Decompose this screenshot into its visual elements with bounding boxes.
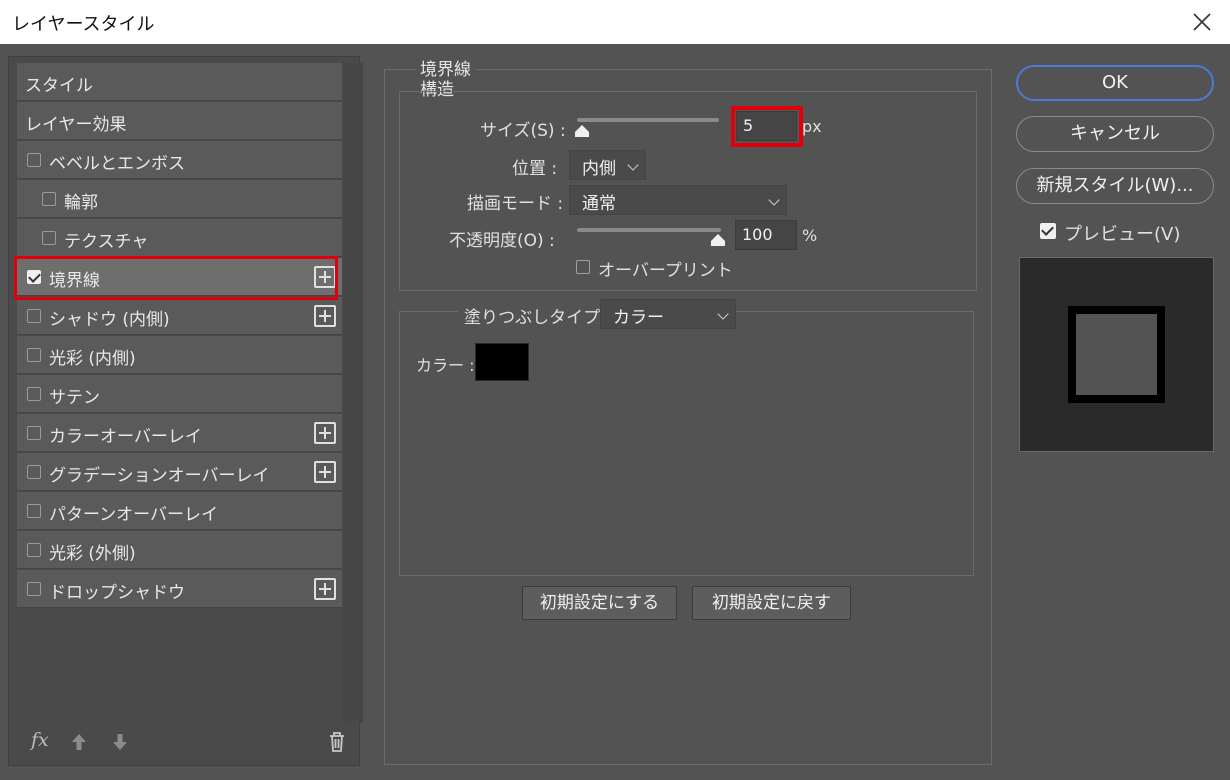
style-checkbox[interactable] (27, 465, 41, 479)
window-title: レイヤースタイル (12, 14, 155, 35)
blend-mode-label: 描画モード : (467, 194, 564, 214)
overprint-label: オーバープリント (598, 261, 733, 281)
style-checkbox[interactable] (27, 543, 41, 557)
position-value: 内側 (582, 159, 616, 179)
blend-mode-value: 通常 (582, 194, 616, 214)
style-list-item-label: ドロップシャドウ (49, 583, 185, 603)
style-list-item[interactable]: 境界線 (17, 258, 342, 296)
style-list-item-label: 光彩 (外側) (49, 544, 136, 564)
add-effect-icon[interactable] (314, 305, 336, 327)
style-list-item-label: グラデーションオーバーレイ (49, 466, 270, 486)
stroke-title: 境界線 (420, 60, 471, 80)
opacity-label: 不透明度(O) : (449, 231, 555, 251)
style-list-item-label: ベベルとエンボス (49, 154, 185, 174)
make-default-button[interactable]: 初期設定にする (522, 586, 677, 620)
position-dropdown[interactable]: 内側 (569, 150, 646, 180)
style-checkbox[interactable] (27, 348, 41, 362)
style-list-item-label: スタイル (25, 76, 93, 96)
style-checkbox[interactable] (42, 192, 56, 206)
style-checkbox[interactable] (27, 387, 41, 401)
chevron-down-icon (717, 308, 729, 320)
color-swatch[interactable] (475, 343, 529, 381)
style-preview (1019, 257, 1214, 452)
fx-button[interactable]: fx (31, 729, 49, 751)
preview-square (1068, 306, 1165, 403)
chevron-down-icon (768, 194, 780, 206)
style-list-scrollbar[interactable] (343, 63, 363, 723)
style-list-item[interactable]: ドロップシャドウ (17, 570, 342, 608)
style-list-item[interactable]: 光彩 (内側) (17, 336, 342, 374)
opacity-slider-track[interactable] (577, 228, 721, 232)
position-label: 位置 : (512, 159, 558, 179)
style-list-item-label: レイヤー効果 (25, 115, 127, 135)
opacity-input[interactable]: 100 (735, 220, 797, 250)
style-checkbox[interactable] (27, 153, 41, 167)
style-list-item[interactable]: カラーオーバーレイ (17, 414, 342, 452)
move-down-icon[interactable] (112, 733, 128, 751)
style-checkbox[interactable] (27, 582, 41, 596)
style-list-item[interactable]: 光彩 (外側) (17, 531, 342, 569)
size-unit: px (802, 117, 822, 136)
style-list-item-label: カラーオーバーレイ (49, 427, 202, 447)
style-list-item[interactable]: グラデーションオーバーレイ (17, 453, 342, 491)
fill-type-label: 塗りつぶしタイプ : (458, 303, 618, 328)
style-list-item[interactable]: シャドウ (内側) (17, 297, 342, 335)
size-slider-track[interactable] (577, 118, 719, 122)
fill-type-value: カラー (613, 308, 664, 328)
opacity-unit: % (802, 226, 818, 245)
color-label: カラー : (416, 356, 475, 375)
style-list-item-label: 境界線 (49, 271, 100, 291)
style-list-item[interactable]: サテン (17, 375, 342, 413)
close-icon[interactable] (1184, 4, 1220, 40)
style-list-item[interactable]: レイヤー効果 (17, 102, 342, 140)
chevron-down-icon (627, 159, 639, 171)
overprint-checkbox[interactable] (576, 260, 590, 274)
title-bar: レイヤースタイル (0, 0, 1230, 44)
style-list-item-label: パターンオーバーレイ (49, 505, 218, 525)
style-list-item-label: テクスチャ (64, 232, 149, 252)
size-slider-thumb[interactable] (575, 122, 589, 137)
size-input[interactable]: 5 (736, 111, 797, 141)
trash-icon[interactable] (327, 731, 347, 753)
style-list-item[interactable]: パターンオーバーレイ (17, 492, 342, 530)
reset-default-button[interactable]: 初期設定に戻す (692, 586, 851, 620)
move-up-icon[interactable] (71, 733, 87, 751)
style-list-item[interactable]: テクスチャ (17, 219, 342, 257)
style-checkbox[interactable] (27, 504, 41, 518)
style-checkbox[interactable] (27, 270, 41, 284)
style-checkbox[interactable] (27, 426, 41, 440)
style-list-panel: スタイルレイヤー効果ベベルとエンボス輪郭テクスチャ境界線シャドウ (内側) 光彩 … (8, 56, 363, 766)
style-list-item[interactable]: ベベルとエンボス (17, 141, 342, 179)
preview-checkbox[interactable] (1040, 223, 1056, 239)
style-list-item-label: 光彩 (内側) (49, 349, 136, 369)
new-style-button[interactable]: 新規スタイル(W)... (1016, 168, 1214, 204)
style-list-item[interactable]: スタイル (17, 63, 342, 101)
fill-type-dropdown[interactable]: カラー (600, 299, 736, 329)
style-list-item[interactable]: 輪郭 (17, 180, 342, 218)
style-checkbox[interactable] (42, 231, 56, 245)
ok-button[interactable]: OK (1016, 65, 1214, 101)
style-list-footer: fx (9, 721, 359, 765)
add-effect-icon[interactable] (314, 266, 336, 288)
opacity-slider-thumb[interactable] (711, 231, 725, 246)
size-label: サイズ(S) : (480, 121, 566, 141)
preview-label: プレビュー(V) (1064, 224, 1181, 245)
add-effect-icon[interactable] (314, 422, 336, 444)
add-effect-icon[interactable] (314, 578, 336, 600)
style-checkbox[interactable] (27, 309, 41, 323)
add-effect-icon[interactable] (314, 461, 336, 483)
blend-mode-dropdown[interactable]: 通常 (569, 185, 787, 215)
style-list-item-label: サテン (49, 388, 100, 408)
style-list-item-label: 輪郭 (64, 193, 98, 213)
cancel-button[interactable]: キャンセル (1016, 116, 1214, 152)
style-list-item-label: シャドウ (内側) (49, 310, 170, 330)
